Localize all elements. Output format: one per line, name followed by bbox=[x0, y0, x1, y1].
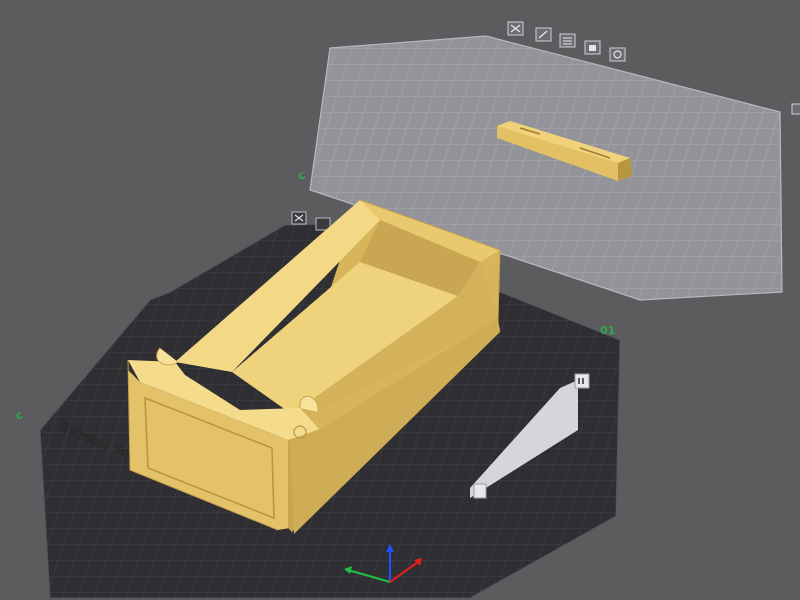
settings-icon[interactable] bbox=[559, 33, 576, 48]
lock-icon[interactable] bbox=[584, 40, 601, 55]
edit-icon[interactable] bbox=[535, 27, 552, 42]
plate-handle-icon[interactable] bbox=[791, 103, 800, 115]
close-icon[interactable] bbox=[291, 211, 307, 225]
close-icon[interactable] bbox=[507, 21, 524, 36]
active-plate-axis-marker: c bbox=[13, 408, 25, 423]
plate-settings-icon[interactable] bbox=[574, 373, 590, 389]
orient-icon[interactable] bbox=[609, 47, 626, 62]
3d-viewport[interactable]: c 01 c Bambu Textu bbox=[0, 0, 800, 600]
inactive-plate-axis-marker: c bbox=[296, 168, 307, 183]
plate-index: 01 bbox=[600, 324, 615, 337]
plate-lock-icon[interactable] bbox=[473, 483, 487, 499]
